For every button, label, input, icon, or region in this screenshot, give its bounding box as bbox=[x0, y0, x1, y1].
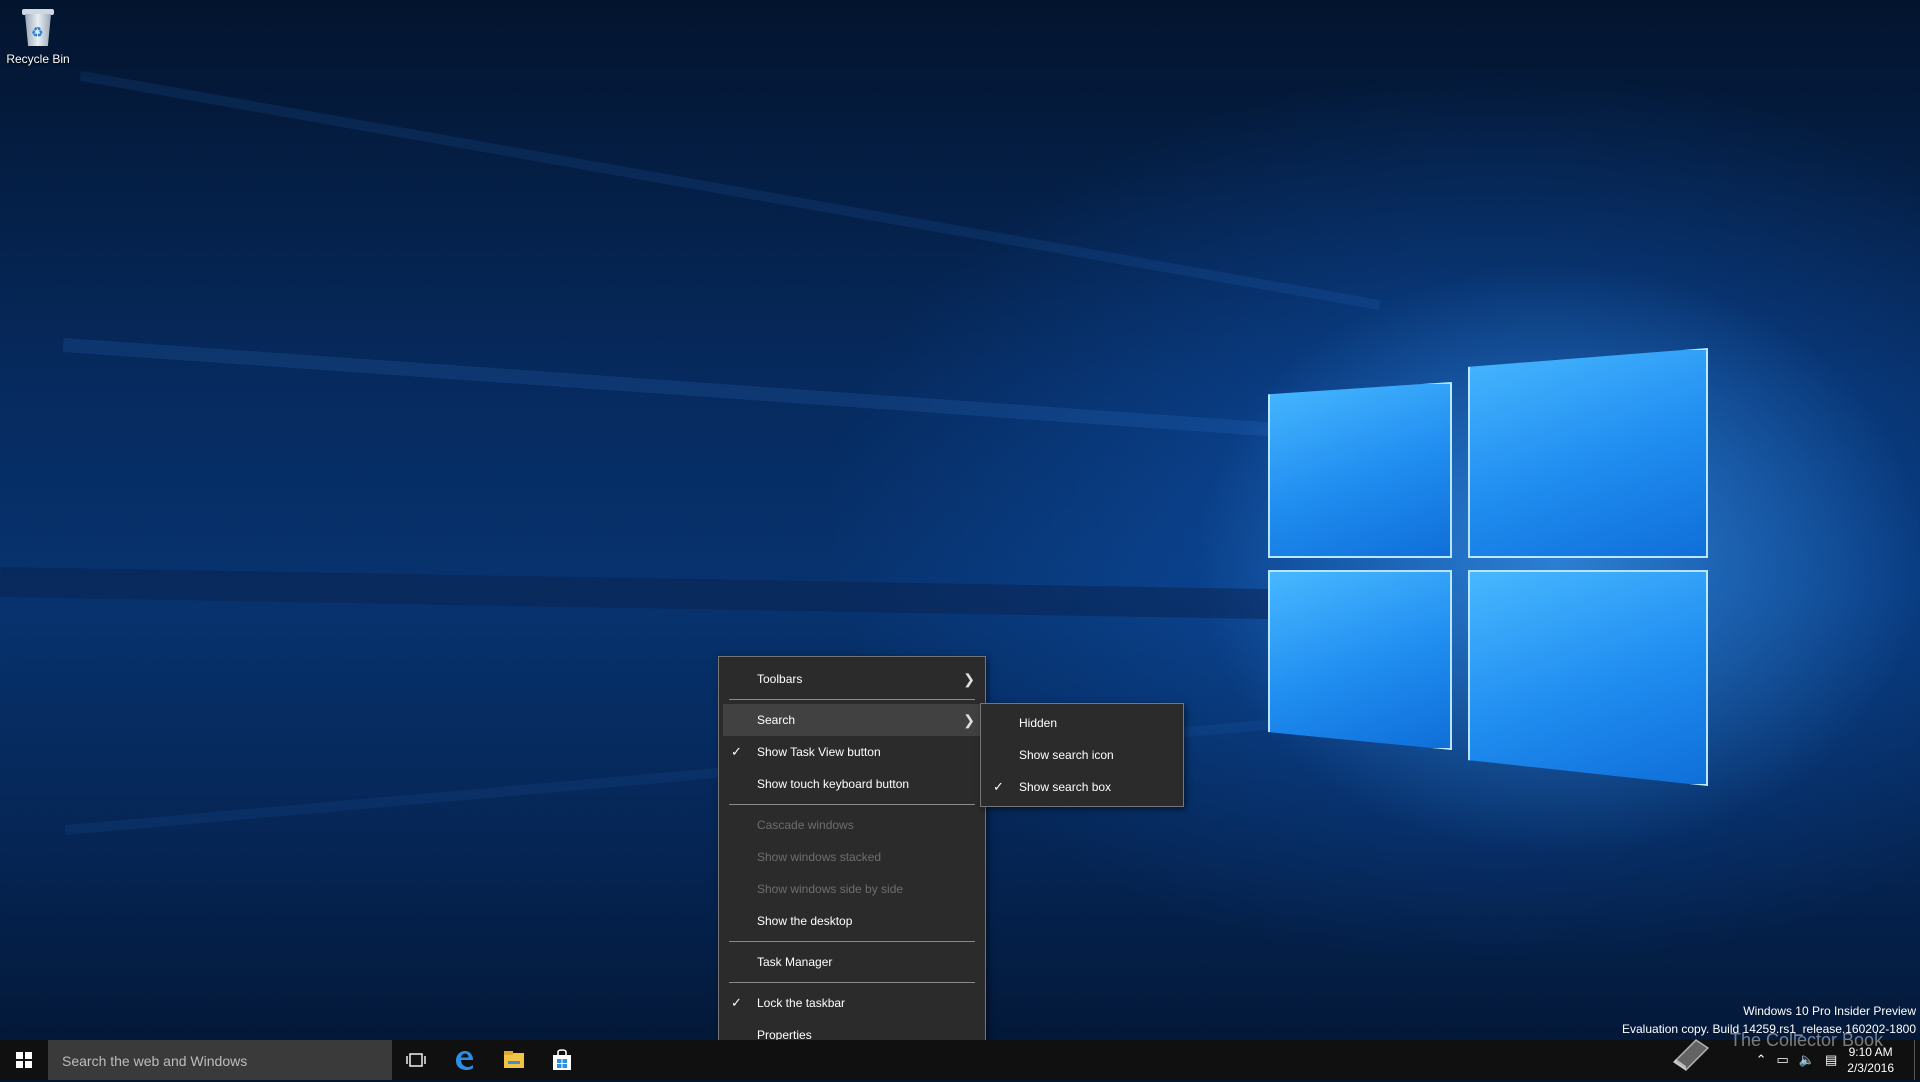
wallpaper-shadow-band bbox=[0, 566, 1321, 620]
network-icon[interactable]: ▭ bbox=[1777, 1052, 1789, 1068]
wallpaper-light-beam bbox=[79, 70, 1381, 310]
chevron-up-icon[interactable]: ⌃ bbox=[1756, 1052, 1767, 1068]
menu-separator bbox=[729, 941, 975, 942]
menu-item-label: Show windows side by side bbox=[757, 882, 904, 896]
search-box[interactable] bbox=[48, 1040, 392, 1082]
task-view-button[interactable] bbox=[392, 1040, 440, 1080]
menu-item-label: Task Manager bbox=[757, 955, 833, 969]
check-icon: ✓ bbox=[731, 995, 742, 1010]
menu-item-label: Toolbars bbox=[757, 672, 803, 686]
overlay-logo-text: The Collector Book bbox=[1730, 1030, 1884, 1050]
search-input[interactable] bbox=[60, 1040, 384, 1082]
menu-item-label: Show Task View button bbox=[757, 745, 881, 759]
action-center-icon[interactable]: ▤ bbox=[1825, 1052, 1837, 1068]
task-view-icon bbox=[406, 1053, 426, 1067]
wallpaper-logo-pane bbox=[1268, 382, 1452, 558]
search-submenu: Hidden Show search icon ✓ Show search bo… bbox=[980, 703, 1184, 807]
edge-button[interactable] bbox=[440, 1040, 488, 1080]
menu-item-task-manager[interactable]: Task Manager bbox=[723, 946, 981, 978]
watermark-edition: Windows 10 Pro Insider Preview bbox=[1743, 1004, 1916, 1018]
desktop-icon-recycle-bin[interactable]: ♻ Recycle Bin bbox=[4, 6, 72, 66]
taskbar-context-menu: Toolbars ❯ Search ❯ ✓ Show Task View but… bbox=[718, 656, 986, 1058]
wallpaper-logo-pane bbox=[1468, 570, 1708, 786]
volume-icon[interactable]: 🔈 bbox=[1799, 1052, 1815, 1068]
file-explorer-button[interactable] bbox=[490, 1040, 538, 1080]
chevron-right-icon: ❯ bbox=[963, 712, 975, 728]
submenu-item-show-search-box[interactable]: ✓ Show search box bbox=[985, 771, 1179, 803]
menu-item-show-windows-stacked: Show windows stacked bbox=[723, 841, 981, 873]
check-icon: ✓ bbox=[993, 779, 1004, 794]
menu-item-show-windows-side-by-side: Show windows side by side bbox=[723, 873, 981, 905]
wallpaper-logo-pane bbox=[1468, 348, 1708, 558]
check-icon: ✓ bbox=[731, 744, 742, 759]
clock-date: 2/3/2016 bbox=[1847, 1061, 1894, 1075]
menu-item-label: Cascade windows bbox=[757, 818, 854, 832]
menu-item-label: Show the desktop bbox=[757, 914, 853, 928]
submenu-item-hidden[interactable]: Hidden bbox=[985, 707, 1179, 739]
menu-item-label: Lock the taskbar bbox=[757, 996, 846, 1010]
menu-item-label: Hidden bbox=[1019, 716, 1058, 730]
menu-item-toolbars[interactable]: Toolbars ❯ bbox=[723, 663, 981, 695]
wallpaper-logo-pane bbox=[1268, 570, 1452, 750]
menu-item-label: Show touch keyboard button bbox=[757, 777, 910, 791]
recycle-bin-icon: ♻ bbox=[19, 6, 57, 48]
menu-item-label: Show windows stacked bbox=[757, 850, 882, 864]
menu-item-show-touch-keyboard-button[interactable]: Show touch keyboard button bbox=[723, 768, 981, 800]
menu-item-label: Show search icon bbox=[1019, 748, 1114, 762]
wallpaper-light-beam bbox=[62, 337, 1381, 444]
menu-separator bbox=[729, 804, 975, 805]
chevron-right-icon: ❯ bbox=[963, 671, 975, 687]
menu-item-show-the-desktop[interactable]: Show the desktop bbox=[723, 905, 981, 937]
menu-item-label: Show search box bbox=[1019, 780, 1112, 794]
menu-item-search[interactable]: Search ❯ bbox=[723, 704, 981, 736]
store-icon bbox=[553, 1049, 571, 1070]
book-logo-icon bbox=[1672, 1039, 1710, 1071]
start-button[interactable] bbox=[0, 1040, 48, 1080]
menu-separator bbox=[729, 699, 975, 700]
file-explorer-icon bbox=[504, 1051, 524, 1068]
edge-icon bbox=[456, 1051, 473, 1070]
taskbar: ⌃ ▭ 🔈 ▤ 9:10 AM 2/3/2016 bbox=[0, 1040, 1920, 1082]
show-desktop-button[interactable] bbox=[1914, 1040, 1920, 1080]
menu-item-cascade-windows: Cascade windows bbox=[723, 809, 981, 841]
menu-item-show-task-view-button[interactable]: ✓ Show Task View button bbox=[723, 736, 981, 768]
desktop-icon-label: Recycle Bin bbox=[6, 52, 70, 66]
windows-logo-icon bbox=[16, 1052, 32, 1068]
menu-item-label: Search bbox=[757, 713, 796, 727]
menu-separator bbox=[729, 982, 975, 983]
submenu-item-show-search-icon[interactable]: Show search icon bbox=[985, 739, 1179, 771]
menu-item-lock-the-taskbar[interactable]: ✓ Lock the taskbar bbox=[723, 987, 981, 1019]
store-button[interactable] bbox=[538, 1040, 586, 1080]
